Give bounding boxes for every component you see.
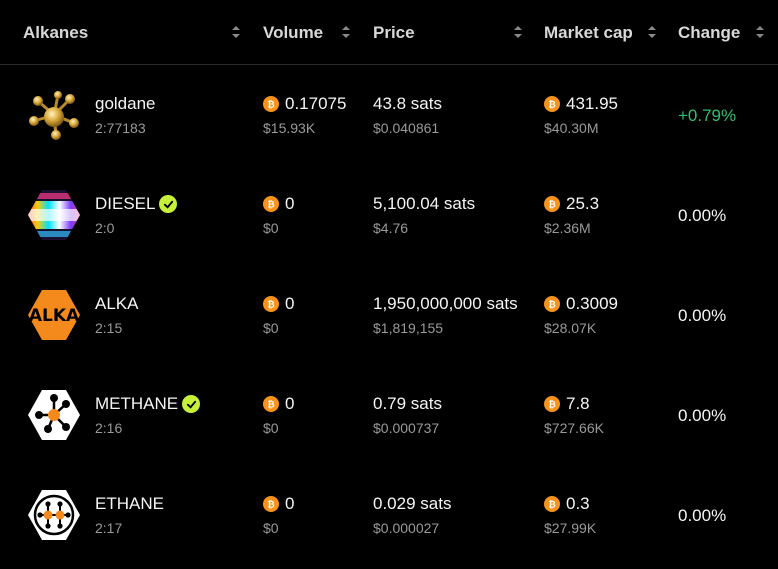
svg-text:₿: ₿: [548, 100, 555, 110]
table-row[interactable]: DIESEL 2:0 ₿ 0 $0 5,100.04 sats $4.76 ₿ …: [0, 165, 778, 265]
table-row[interactable]: ETHANE 2:17 ₿ 0 $0 0.029 sats $0.000027 …: [0, 465, 778, 565]
volume-usd: $0: [263, 320, 279, 336]
table-row[interactable]: goldane 2:77183 ₿ 0.17075 $15.93K 43.8 s…: [0, 65, 778, 165]
alka-hexagon-icon: ALKA: [26, 287, 82, 343]
price-value: 0.029 sats: [373, 494, 452, 513]
bitcoin-icon: ₿: [263, 196, 279, 212]
svg-text:₿: ₿: [267, 300, 274, 310]
market-cap-usd: $28.07K: [544, 320, 597, 336]
bitcoin-icon: ₿: [263, 496, 279, 512]
market-cap-value: ₿ 431.95: [544, 94, 618, 114]
token-name[interactable]: ETHANE: [95, 494, 164, 514]
price-value: 43.8 sats: [373, 94, 442, 113]
token-name[interactable]: goldane: [95, 94, 156, 114]
token-id: 2:15: [95, 320, 123, 336]
verified-check-icon: [159, 195, 178, 213]
price-usd: $4.76: [373, 220, 409, 236]
table-row[interactable]: ALKA ALKA 2:15 ₿ 0 $0 1,950,000,000 sats…: [0, 265, 778, 365]
sort-icon[interactable]: [514, 26, 522, 39]
bitcoin-icon: ₿: [263, 96, 279, 112]
column-header-change[interactable]: Change: [678, 0, 740, 65]
volume-value: ₿ 0: [263, 494, 294, 514]
column-header-price[interactable]: Price: [373, 0, 415, 65]
market-cap-usd: $40.30M: [544, 120, 599, 136]
svg-text:₿: ₿: [267, 500, 274, 510]
price-value: 0.79 sats: [373, 394, 442, 413]
market-cap-usd: $27.99K: [544, 520, 597, 536]
sort-icon[interactable]: [342, 26, 350, 39]
column-header-market-cap[interactable]: Market cap: [544, 0, 633, 65]
verified-check-icon: [182, 395, 201, 413]
alkanes-table: Alkanes Volume Price Market cap Change g…: [0, 0, 778, 569]
svg-text:₿: ₿: [548, 400, 555, 410]
token-name[interactable]: METHANE: [95, 394, 201, 414]
volume-usd: $0: [263, 520, 279, 536]
change-value: +0.79%: [678, 106, 737, 125]
volume-value: ₿ 0.17075: [263, 94, 346, 114]
volume-usd: $0: [263, 220, 279, 236]
column-header-volume[interactable]: Volume: [263, 0, 323, 65]
price-value: 5,100.04 sats: [373, 194, 476, 213]
svg-text:₿: ₿: [548, 500, 555, 510]
market-cap-value: ₿ 0.3: [544, 494, 590, 514]
svg-text:₿: ₿: [267, 400, 274, 410]
price-usd: $0.000027: [373, 520, 440, 536]
sort-icon[interactable]: [756, 26, 764, 39]
bitcoin-icon: ₿: [544, 196, 560, 212]
sort-icon[interactable]: [232, 26, 240, 39]
bitcoin-icon: ₿: [263, 396, 279, 412]
token-id: 2:16: [95, 420, 123, 436]
token-id: 2:0: [95, 220, 115, 236]
market-cap-value: ₿ 25.3: [544, 194, 599, 214]
market-cap-value: ₿ 7.8: [544, 394, 590, 414]
bitcoin-icon: ₿: [544, 496, 560, 512]
svg-text:₿: ₿: [548, 200, 555, 210]
svg-text:₿: ₿: [548, 300, 555, 310]
svg-text:₿: ₿: [267, 200, 274, 210]
token-id: 2:77183: [95, 120, 146, 136]
market-cap-usd: $2.36M: [544, 220, 591, 236]
price-value: 1,950,000,000 sats: [373, 294, 518, 313]
market-cap-usd: $727.66K: [544, 420, 604, 436]
table-row[interactable]: METHANE 2:16 ₿ 0 $0 0.79 sats $0.000737 …: [0, 365, 778, 465]
bitcoin-icon: ₿: [544, 396, 560, 412]
price-usd: $1,819,155: [373, 320, 444, 336]
token-name[interactable]: DIESEL: [95, 194, 178, 214]
table-header: Alkanes Volume Price Market cap Change: [0, 0, 778, 65]
svg-text:ALKA: ALKA: [29, 306, 80, 326]
change-value: 0.00%: [678, 306, 727, 325]
change-value: 0.00%: [678, 206, 727, 225]
volume-value: ₿ 0: [263, 394, 294, 414]
ethane-molecule-icon: [26, 487, 82, 543]
change-value: 0.00%: [678, 506, 727, 525]
bitcoin-icon: ₿: [544, 296, 560, 312]
bitcoin-icon: ₿: [263, 296, 279, 312]
goldane-molecule-icon: [26, 87, 82, 143]
change-value: 0.00%: [678, 406, 727, 425]
volume-usd: $0: [263, 420, 279, 436]
volume-value: ₿ 0: [263, 194, 294, 214]
volume-usd: $15.93K: [263, 120, 316, 136]
price-usd: $0.040861: [373, 120, 440, 136]
market-cap-value: ₿ 0.3009: [544, 294, 618, 314]
volume-value: ₿ 0: [263, 294, 294, 314]
diesel-hexagon-icon: [26, 187, 82, 243]
svg-text:₿: ₿: [267, 100, 274, 110]
token-id: 2:17: [95, 520, 123, 536]
methane-molecule-icon: [26, 387, 82, 443]
column-header-alkanes[interactable]: Alkanes: [23, 0, 88, 65]
bitcoin-icon: ₿: [544, 96, 560, 112]
price-usd: $0.000737: [373, 420, 440, 436]
token-name[interactable]: ALKA: [95, 294, 138, 314]
sort-icon[interactable]: [648, 26, 656, 39]
